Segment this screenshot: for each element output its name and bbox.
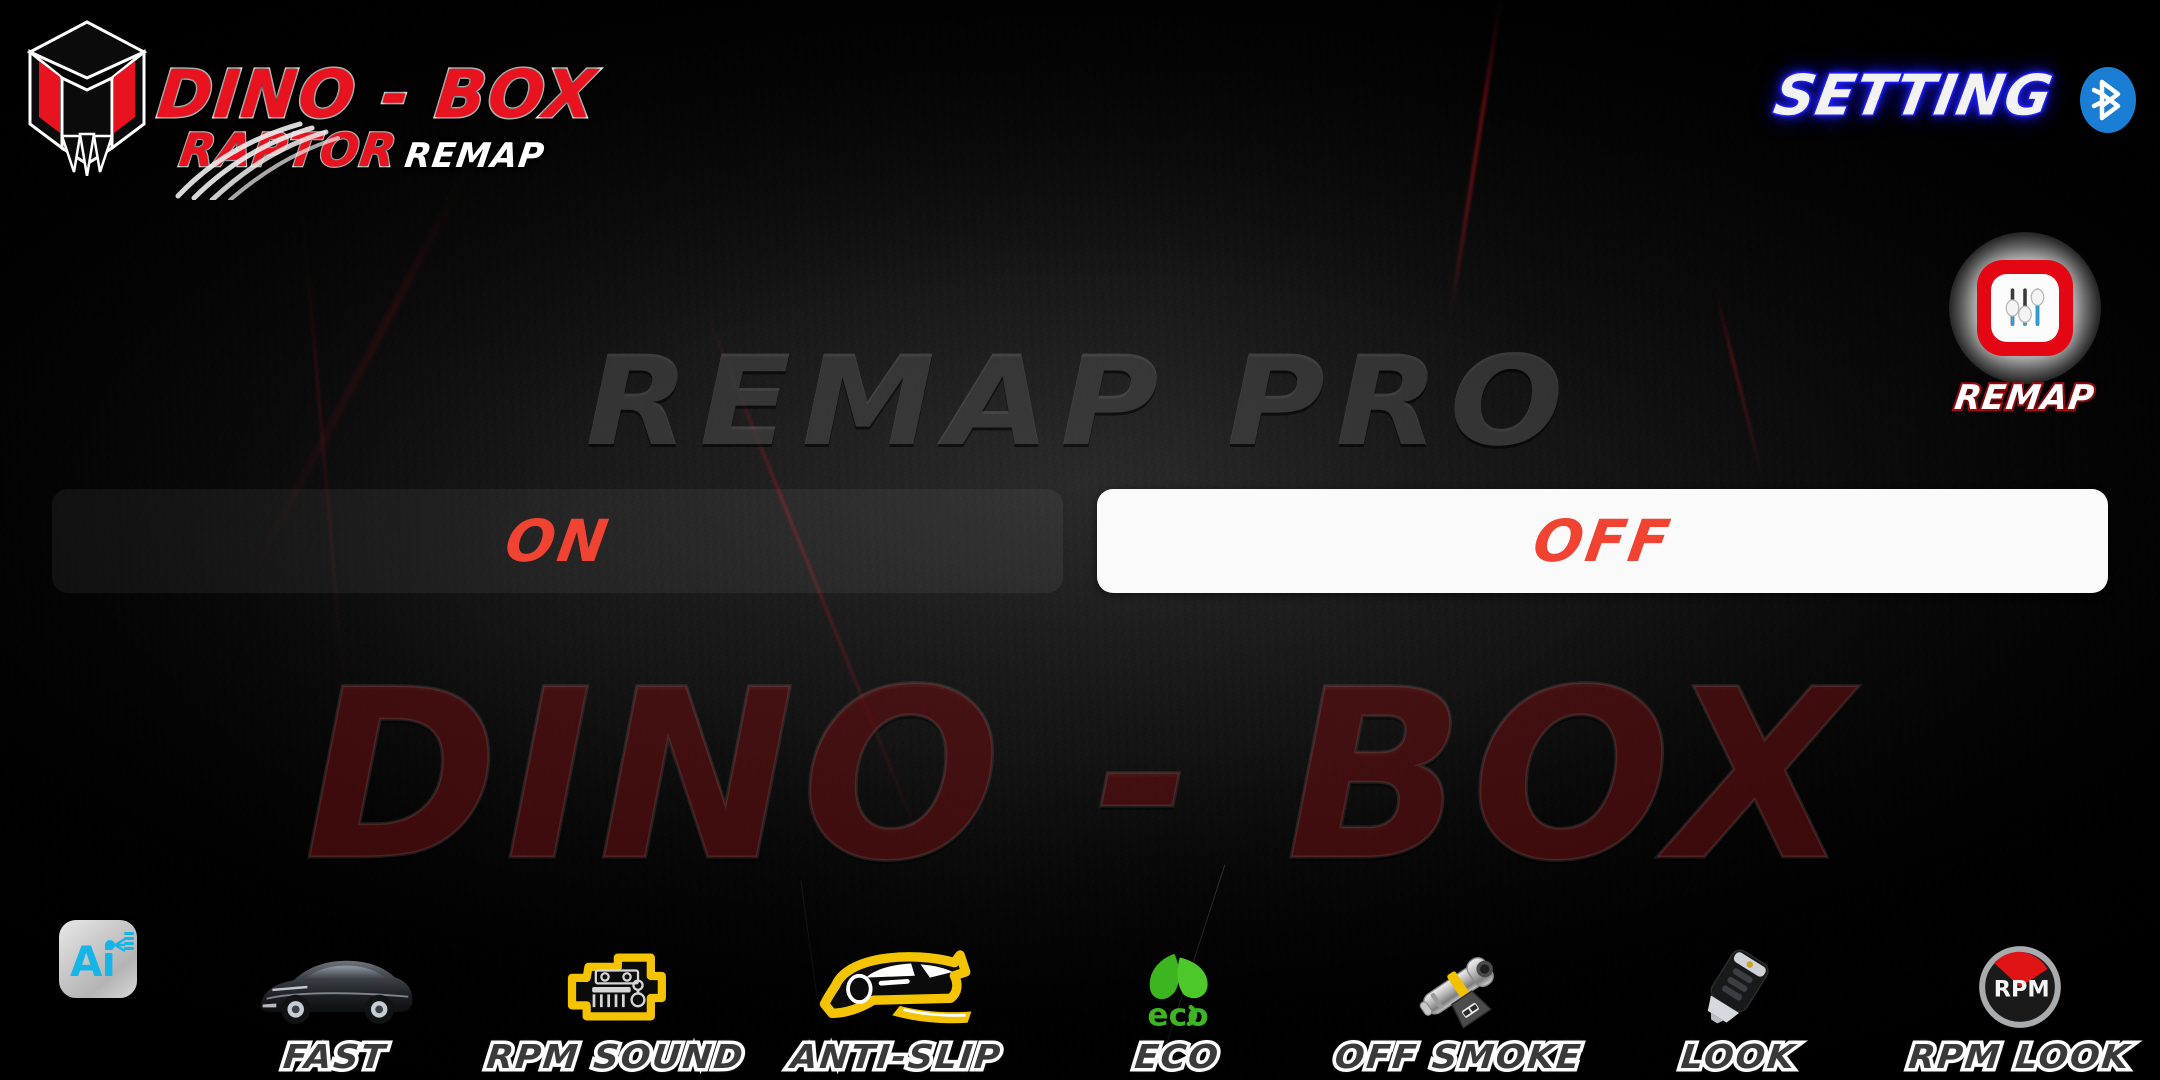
ai-chip-icon — [104, 932, 134, 953]
dino-box-logo-icon — [26, 20, 148, 176]
toggle-on-label: ON — [500, 507, 615, 575]
car-key-icon — [1707, 949, 1769, 1024]
nav-item-anti-slip[interactable]: ANTI-SLIP — [756, 880, 1037, 1080]
remap-button-red-frame — [1977, 260, 2073, 356]
logo-raptor-text: RAPTOR — [175, 122, 402, 179]
nav-item-ai[interactable]: Ai — [0, 880, 195, 1080]
nav-label-rpm-sound: RPM SOUND — [482, 1033, 751, 1079]
drifting-car-icon — [819, 950, 972, 1024]
nav-label-fast: FAST — [278, 1033, 392, 1079]
nav-item-off-smoke[interactable]: OFF SMOKE — [1318, 880, 1599, 1080]
rpm-gauge-icon: RPM — [1978, 946, 2061, 1028]
setting-button[interactable]: SETTING — [1768, 62, 2059, 130]
nav-icon-wrap — [1318, 941, 1599, 1033]
nav-icon-wrap: RPM — [1879, 941, 2160, 1033]
bottom-navigation: Ai FAST RPM SOUND ANTI-SLIP eco ECO OFF … — [0, 880, 2160, 1080]
nav-icon-wrap — [476, 941, 757, 1033]
sports-car-icon — [260, 960, 413, 1024]
app-logo: DINO - BOX RAPTOR REMAP — [10, 8, 630, 208]
power-toggle-group: ON OFF — [52, 489, 2108, 593]
nav-label-look: LOOK — [1676, 1033, 1802, 1079]
nav-icon-wrap — [195, 941, 476, 1033]
nav-label-off-smoke: OFF SMOKE — [1329, 1033, 1587, 1079]
svg-text:RPM: RPM — [1993, 976, 2049, 1002]
nav-label-anti-slip: ANTI-SLIP — [786, 1033, 1008, 1079]
logo-raptor-wrap: RAPTOR — [175, 122, 402, 179]
toggle-on-button[interactable]: ON — [52, 489, 1063, 593]
ai-assistant-icon: Ai — [58, 920, 137, 998]
svg-text:eco: eco — [1147, 998, 1208, 1033]
engine-icon — [567, 953, 667, 1021]
nav-icon-wrap — [756, 941, 1037, 1033]
remap-button[interactable]: REMAP — [1937, 232, 2113, 420]
fuel-injector-icon — [1419, 957, 1495, 1029]
nav-item-look[interactable]: LOOK — [1599, 880, 1880, 1080]
logo-remap-text: REMAP — [402, 136, 548, 176]
remap-button-white-face — [1991, 274, 2059, 342]
remap-button-glow — [1949, 232, 2101, 384]
nav-item-rpm-look[interactable]: RPM RPM LOOK — [1879, 880, 2160, 1080]
nav-icon-wrap: eco — [1037, 941, 1318, 1033]
nav-icon-wrap — [1599, 941, 1880, 1033]
logo-brand-text: DINO - BOX — [152, 55, 602, 135]
bluetooth-icon[interactable] — [2078, 66, 2138, 134]
nav-label-rpm-look: RPM LOOK — [1903, 1033, 2136, 1079]
eco-leaf-icon: eco — [1147, 953, 1208, 1033]
toggle-off-button[interactable]: OFF — [1097, 489, 2108, 593]
nav-item-eco[interactable]: eco ECO — [1037, 880, 1318, 1080]
logo-wordmark: DINO - BOX — [152, 55, 602, 135]
setting-button-label: SETTING — [1768, 62, 2059, 130]
equalizer-sliders-icon — [2005, 288, 2045, 326]
nav-item-rpm-sound[interactable]: RPM SOUND — [476, 880, 757, 1080]
nav-label-eco: ECO — [1129, 1033, 1225, 1079]
toggle-off-label: OFF — [1528, 507, 1677, 575]
nav-item-fast[interactable]: FAST — [195, 880, 476, 1080]
remap-button-label: REMAP — [1950, 376, 2099, 420]
